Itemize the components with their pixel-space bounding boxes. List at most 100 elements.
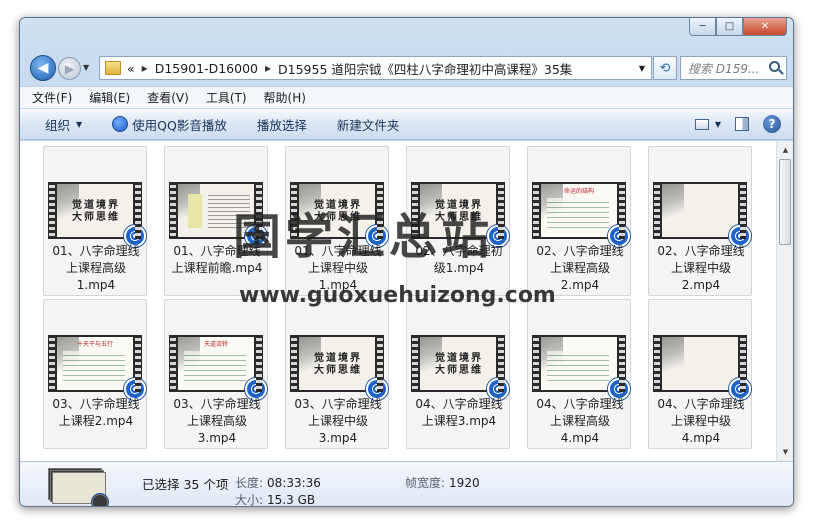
play-with-qq-button[interactable]: 使用QQ影音播放 xyxy=(112,115,227,134)
breadcrumb-overflow[interactable]: « xyxy=(127,61,135,76)
file-item[interactable]: 觉道境界 大师思维 04、八字命理线 上课程3.mp4 xyxy=(406,299,510,449)
file-name-line: 1.mp4 xyxy=(76,278,116,292)
thumbnail-frame: 十天干与五行 xyxy=(57,337,133,390)
address-dropdown-icon[interactable]: ▼ xyxy=(639,64,645,73)
change-view-icon[interactable] xyxy=(694,118,709,130)
size-meta: 大小: 15.3 GB xyxy=(235,491,316,507)
search-icon[interactable] xyxy=(769,61,780,72)
file-item[interactable]: 04、八字命理线 上课程高级 4.mp4 xyxy=(527,299,631,449)
organize-button[interactable]: 组织 ▼ xyxy=(45,115,82,134)
vertical-scrollbar[interactable]: ▲ ▼ xyxy=(776,141,793,461)
thumbnail-frame: 觉道境界 大师思维 xyxy=(299,337,375,390)
play-with-label: 使用QQ影音播放 xyxy=(132,117,227,133)
file-name-line: 02、八字命理线 xyxy=(657,244,745,258)
maximize-button[interactable]: □ xyxy=(716,18,743,36)
preview-pane-icon[interactable] xyxy=(735,117,749,131)
video-thumbnail: 十天干与五行 xyxy=(48,335,146,400)
file-name-label: 02、八字命理线 上课程中级 2.mp4 xyxy=(649,243,753,294)
file-name-line: 上课程高级 xyxy=(549,261,610,275)
file-name-label: 04、八字命理线 上课程高级 4.mp4 xyxy=(528,396,632,447)
play-selection-button[interactable]: 播放选择 xyxy=(257,115,307,134)
breadcrumb-separator-icon[interactable]: ▸ xyxy=(265,61,271,75)
scrollbar-thumb[interactable] xyxy=(779,159,791,245)
file-name-line: 上课程2.mp4 xyxy=(58,414,134,428)
file-item[interactable]: 02、八字命理线 上课程中级 2.mp4 xyxy=(648,146,752,296)
file-name-line: 02、八字命理线 xyxy=(536,244,624,258)
close-button[interactable]: ✕ xyxy=(743,18,787,36)
view-dropdown-icon[interactable]: ▼ xyxy=(715,120,721,129)
selection-thumbnail-stack xyxy=(48,468,108,506)
watermark-title: 国学汇总站 xyxy=(233,209,494,265)
video-thumbnail xyxy=(653,182,751,247)
video-thumbnail: 命运的结构 xyxy=(532,182,630,247)
scroll-up-icon[interactable]: ▲ xyxy=(779,143,792,157)
menu-bar: 文件(F) 编辑(E) 查看(V) 工具(T) 帮助(H) xyxy=(20,86,793,108)
thumbnail-frame xyxy=(662,337,738,390)
menu-help[interactable]: 帮助(H) xyxy=(264,89,306,106)
file-name-label: 04、八字命理线 上课程3.mp4 xyxy=(407,396,511,430)
thumbnail-frame: 觉道境界 大师思维 xyxy=(57,184,133,237)
breadcrumb-parent[interactable]: D15901-D16000 xyxy=(155,61,258,76)
details-pane: 已选择 35 个项 长度: 08:33:36 帧宽度: 1920 大小: 15.3 G… xyxy=(20,461,793,507)
refresh-button[interactable]: ⟲ xyxy=(653,56,677,80)
thumbnail-frame: 天道流转 xyxy=(178,337,254,390)
file-name-label: 03、八字命理线 上课程2.mp4 xyxy=(44,396,148,430)
video-thumbnail: 觉道境界 大师思维 xyxy=(48,182,146,247)
file-name-label: 04、八字命理线 上课程中级 4.mp4 xyxy=(649,396,753,447)
file-item[interactable]: 命运的结构 02、八字命理线 上课程高级 2.mp4 xyxy=(527,146,631,296)
command-bar: 组织 ▼ 使用QQ影音播放 播放选择 新建文件夹 ▼ ? xyxy=(20,109,793,140)
file-item[interactable]: 觉道境界 大师思维 03、八字命理线 上课程中级 3.mp4 xyxy=(285,299,389,449)
file-item[interactable]: 04、八字命理线 上课程中级 4.mp4 xyxy=(648,299,752,449)
menu-file[interactable]: 文件(F) xyxy=(32,89,72,106)
file-name-label: 01、八字命理线 上课程高级 1.mp4 xyxy=(44,243,148,294)
video-thumbnail: 天道流转 xyxy=(169,335,267,400)
breadcrumb-separator-icon[interactable]: ▸ xyxy=(142,61,148,75)
menu-edit[interactable]: 编辑(E) xyxy=(89,89,130,106)
thumbnail-frame: 觉道境界 大师思维 xyxy=(420,337,496,390)
thumbnail-frame xyxy=(541,337,617,390)
video-thumbnail: 觉道境界 大师思维 xyxy=(290,335,388,400)
video-thumbnail xyxy=(532,335,630,400)
search-placeholder: 搜索 D159... xyxy=(688,61,760,76)
size-value: 15.3 GB xyxy=(267,493,316,507)
qq-player-icon xyxy=(112,116,129,132)
file-name-line: 03、八字命理线 xyxy=(52,397,140,411)
selected-count: 已选择 35 个项 xyxy=(142,477,229,492)
back-arrow-icon[interactable]: ◀ xyxy=(30,55,56,81)
file-name-line: 01、八字命理线 xyxy=(52,244,140,258)
folder-icon xyxy=(105,61,121,75)
history-dropdown-icon[interactable]: ▼ xyxy=(83,63,89,72)
menu-view[interactable]: 查看(V) xyxy=(147,89,189,106)
minimize-button[interactable]: ─ xyxy=(689,18,716,36)
scroll-down-icon[interactable]: ▼ xyxy=(779,445,792,459)
file-item[interactable]: 十天干与五行 03、八字命理线 上课程2.mp4 xyxy=(43,299,147,449)
new-folder-label: 新建文件夹 xyxy=(336,117,400,133)
file-name-line: 上课程中级 xyxy=(670,261,731,275)
play-selection-label: 播放选择 xyxy=(256,117,307,133)
file-item[interactable]: 天道流转 03、八字命理线 上课程高级 3.mp4 xyxy=(164,299,268,449)
file-name-line: 03、八字命理线 xyxy=(173,397,261,411)
video-thumbnail xyxy=(653,335,751,400)
file-name-line: 4.mp4 xyxy=(560,431,600,445)
length-meta: 长度: 08:33:36 xyxy=(235,474,321,491)
file-name-line: 上课程中级 xyxy=(307,414,368,428)
file-name-label: 03、八字命理线 上课程高级 3.mp4 xyxy=(165,396,269,447)
file-name-line: 04、八字命理线 xyxy=(657,397,745,411)
thumbnail-frame xyxy=(662,184,738,237)
size-label: 大小: xyxy=(235,493,264,507)
address-bar[interactable]: « ▸ D15901-D16000 ▸ D15955 道阳宗钺《四柱八字命理初中… xyxy=(99,56,652,80)
frame-width-label: 帧宽度: xyxy=(405,476,446,490)
file-item[interactable]: 觉道境界 大师思维 01、八字命理线 上课程高级 1.mp4 xyxy=(43,146,147,296)
file-name-line: 上课程高级 xyxy=(549,414,610,428)
new-folder-button[interactable]: 新建文件夹 xyxy=(337,115,400,134)
video-reel-icon xyxy=(92,494,108,506)
search-input[interactable]: 搜索 D159... xyxy=(680,56,787,80)
menu-tools[interactable]: 工具(T) xyxy=(206,89,247,106)
file-name-line: 3.mp4 xyxy=(197,431,237,445)
file-name-line: 4.mp4 xyxy=(681,431,721,445)
breadcrumb-current[interactable]: D15955 道阳宗钺《四柱八字命理初中高课程》35集 xyxy=(278,59,572,78)
forward-arrow-icon[interactable]: ▶ xyxy=(58,57,81,80)
chevron-down-icon: ▼ xyxy=(76,119,83,129)
file-name-line: 04、八字命理线 xyxy=(536,397,624,411)
help-icon[interactable]: ? xyxy=(763,115,781,133)
